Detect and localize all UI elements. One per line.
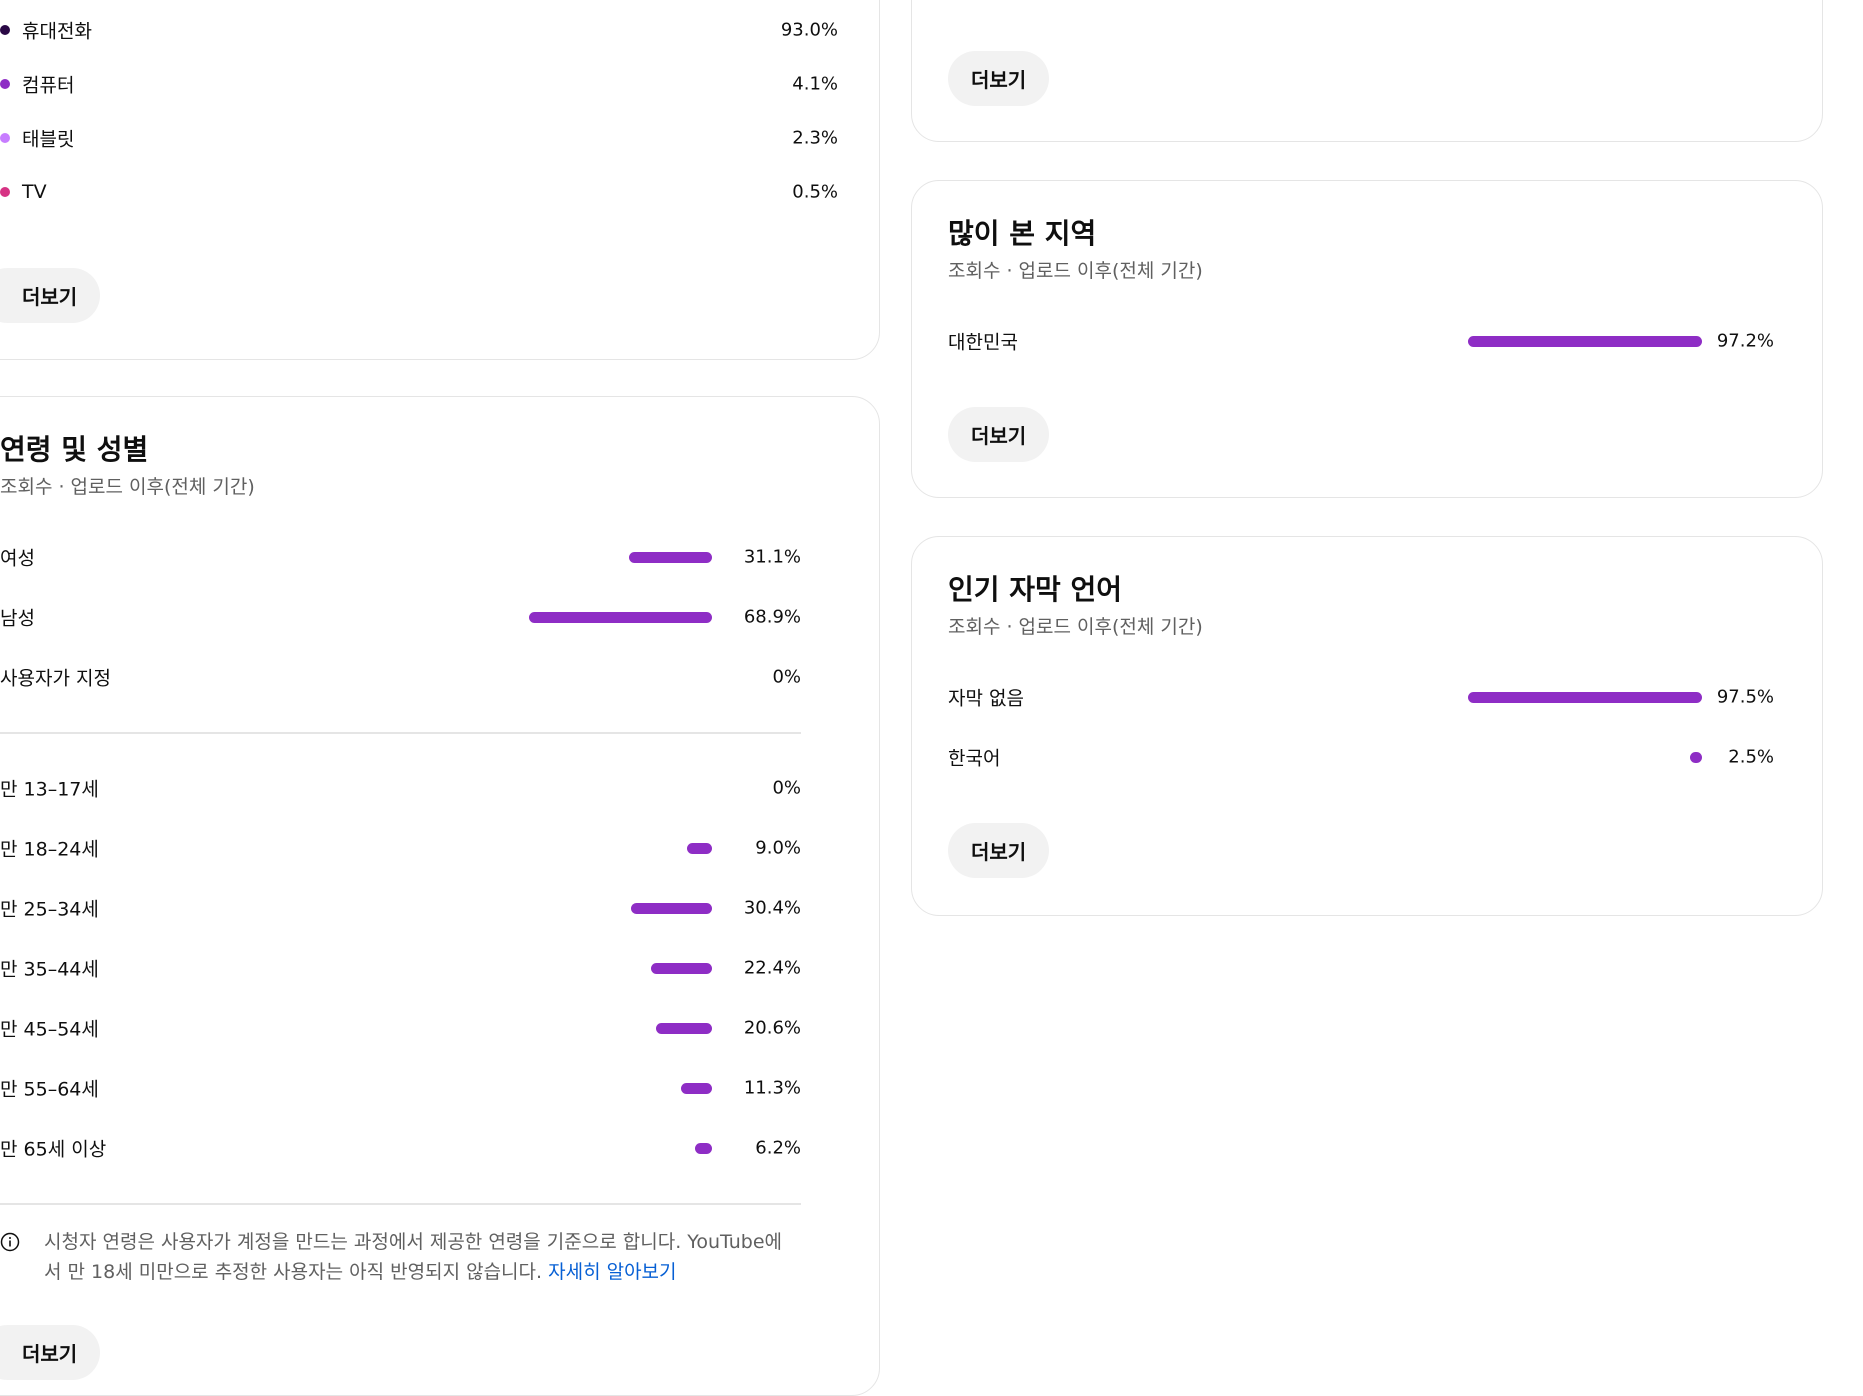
subtitle-row-none: 자막 없음 97.5% bbox=[948, 677, 1774, 717]
gender-row-female: 여성 31.1% bbox=[0, 537, 801, 577]
tablet-legend-dot bbox=[0, 133, 10, 143]
female-bar bbox=[629, 552, 712, 563]
device-row-computer: 컴퓨터 4.1% bbox=[0, 64, 838, 104]
gender-value: 68.9% bbox=[743, 606, 801, 628]
subtitle-label: 한국어 bbox=[948, 747, 1001, 770]
male-bar bbox=[529, 612, 712, 623]
gender-age-divider bbox=[0, 732, 801, 734]
device-value: 2.3% bbox=[792, 127, 838, 149]
age-row-35-44: 만 35–44세 22.4% bbox=[0, 948, 801, 988]
age-note-line2-wrap: 서 만 18세 미만으로 추정한 사용자는 아직 반영되지 않습니다. 자세히 … bbox=[44, 1257, 804, 1287]
subtitle-none-bar bbox=[1468, 692, 1702, 703]
gender-value: 31.1% bbox=[743, 546, 801, 568]
age-value: 6.2% bbox=[755, 1137, 801, 1159]
tv-legend-dot bbox=[0, 187, 10, 197]
age-value: 9.0% bbox=[755, 837, 801, 859]
age-row-25-34: 만 25–34세 30.4% bbox=[0, 888, 801, 928]
age-row-13-17: 만 13–17세 0% bbox=[0, 768, 801, 808]
age-note: 시청자 연령은 사용자가 계정을 만드는 과정에서 제공한 연령을 기준으로 합… bbox=[44, 1227, 804, 1287]
device-row-tv: TV 0.5% bbox=[0, 172, 838, 212]
age-value: 20.6% bbox=[743, 1017, 801, 1039]
subtitle-value: 2.5% bbox=[1728, 746, 1774, 768]
device-label: 컴퓨터 bbox=[22, 74, 75, 97]
age-18-24-bar bbox=[687, 843, 712, 854]
age-row-65-plus: 만 65세 이상 6.2% bbox=[0, 1128, 801, 1168]
region-value: 97.2% bbox=[1716, 330, 1774, 352]
gender-value: 0% bbox=[772, 666, 801, 688]
age-value: 11.3% bbox=[743, 1077, 801, 1099]
regions-subtitle: 조회수 · 업로드 이후(전체 기간) bbox=[948, 260, 1203, 282]
device-row-tablet: 태블릿 2.3% bbox=[0, 118, 838, 158]
subtitle-korean-bar bbox=[1690, 752, 1702, 763]
age-note-line1: 시청자 연령은 사용자가 계정을 만드는 과정에서 제공한 연령을 기준으로 합… bbox=[44, 1231, 783, 1253]
device-row-phone: 휴대전화 93.0% bbox=[0, 10, 838, 50]
age-label: 만 35–44세 bbox=[0, 958, 99, 981]
age-label: 만 25–34세 bbox=[0, 898, 99, 921]
age-label: 만 45–54세 bbox=[0, 1018, 99, 1041]
subtitle-languages-subtitle: 조회수 · 업로드 이후(전체 기간) bbox=[948, 616, 1203, 638]
age-gender-title: 연령 및 성별 bbox=[0, 433, 149, 466]
age-55-64-bar bbox=[681, 1083, 712, 1094]
age-value: 0% bbox=[772, 777, 801, 799]
subtitle-value: 97.5% bbox=[1716, 686, 1774, 708]
gender-row-custom: 사용자가 지정 0% bbox=[0, 657, 801, 697]
region-row: 대한민국 97.2% bbox=[948, 321, 1774, 361]
device-value: 93.0% bbox=[780, 19, 838, 41]
device-label: TV bbox=[22, 181, 47, 203]
age-35-44-bar bbox=[651, 963, 712, 974]
learn-more-link[interactable]: 자세히 알아보기 bbox=[548, 1261, 676, 1283]
age-note-line2: 서 만 18세 미만으로 추정한 사용자는 아직 반영되지 않습니다. bbox=[44, 1261, 543, 1283]
info-icon[interactable] bbox=[0, 1232, 20, 1252]
regions-more-button[interactable]: 더보기 bbox=[948, 407, 1050, 462]
device-label: 휴대전화 bbox=[22, 20, 92, 43]
age-value: 22.4% bbox=[743, 957, 801, 979]
gender-label: 사용자가 지정 bbox=[0, 667, 111, 690]
region-label: 대한민국 bbox=[948, 331, 1018, 354]
gender-label: 여성 bbox=[0, 547, 35, 570]
age-gender-subtitle: 조회수 · 업로드 이후(전체 기간) bbox=[0, 476, 255, 498]
age-label: 만 65세 이상 bbox=[0, 1138, 107, 1161]
age-row-18-24: 만 18–24세 9.0% bbox=[0, 828, 801, 868]
device-value: 0.5% bbox=[792, 181, 838, 203]
region-bar bbox=[1468, 336, 1702, 347]
gender-label: 남성 bbox=[0, 607, 35, 630]
subtitle-row-korean: 한국어 2.5% bbox=[948, 737, 1774, 777]
subtitle-languages-title: 인기 자막 언어 bbox=[948, 573, 1123, 606]
top-card-more-button[interactable]: 더보기 bbox=[948, 51, 1050, 106]
gender-row-male: 남성 68.9% bbox=[0, 597, 801, 637]
age-row-55-64: 만 55–64세 11.3% bbox=[0, 1068, 801, 1108]
age-value: 30.4% bbox=[743, 897, 801, 919]
computer-legend-dot bbox=[0, 79, 10, 89]
phone-legend-dot bbox=[0, 25, 10, 35]
age-45-54-bar bbox=[656, 1023, 712, 1034]
age-65-plus-bar bbox=[695, 1143, 712, 1154]
age-row-45-54: 만 45–54세 20.6% bbox=[0, 1008, 801, 1048]
age-gender-more-button[interactable]: 더보기 bbox=[0, 1325, 101, 1380]
device-label: 태블릿 bbox=[22, 128, 75, 151]
age-label: 만 13–17세 bbox=[0, 778, 99, 801]
subtitle-languages-more-button[interactable]: 더보기 bbox=[948, 823, 1050, 878]
devices-more-button[interactable]: 더보기 bbox=[0, 268, 101, 323]
age-note-divider bbox=[0, 1203, 801, 1205]
age-label: 만 55–64세 bbox=[0, 1078, 99, 1101]
device-value: 4.1% bbox=[792, 73, 838, 95]
age-label: 만 18–24세 bbox=[0, 838, 99, 861]
subtitle-label: 자막 없음 bbox=[948, 687, 1024, 710]
age-25-34-bar bbox=[631, 903, 712, 914]
regions-title: 많이 본 지역 bbox=[948, 217, 1097, 250]
